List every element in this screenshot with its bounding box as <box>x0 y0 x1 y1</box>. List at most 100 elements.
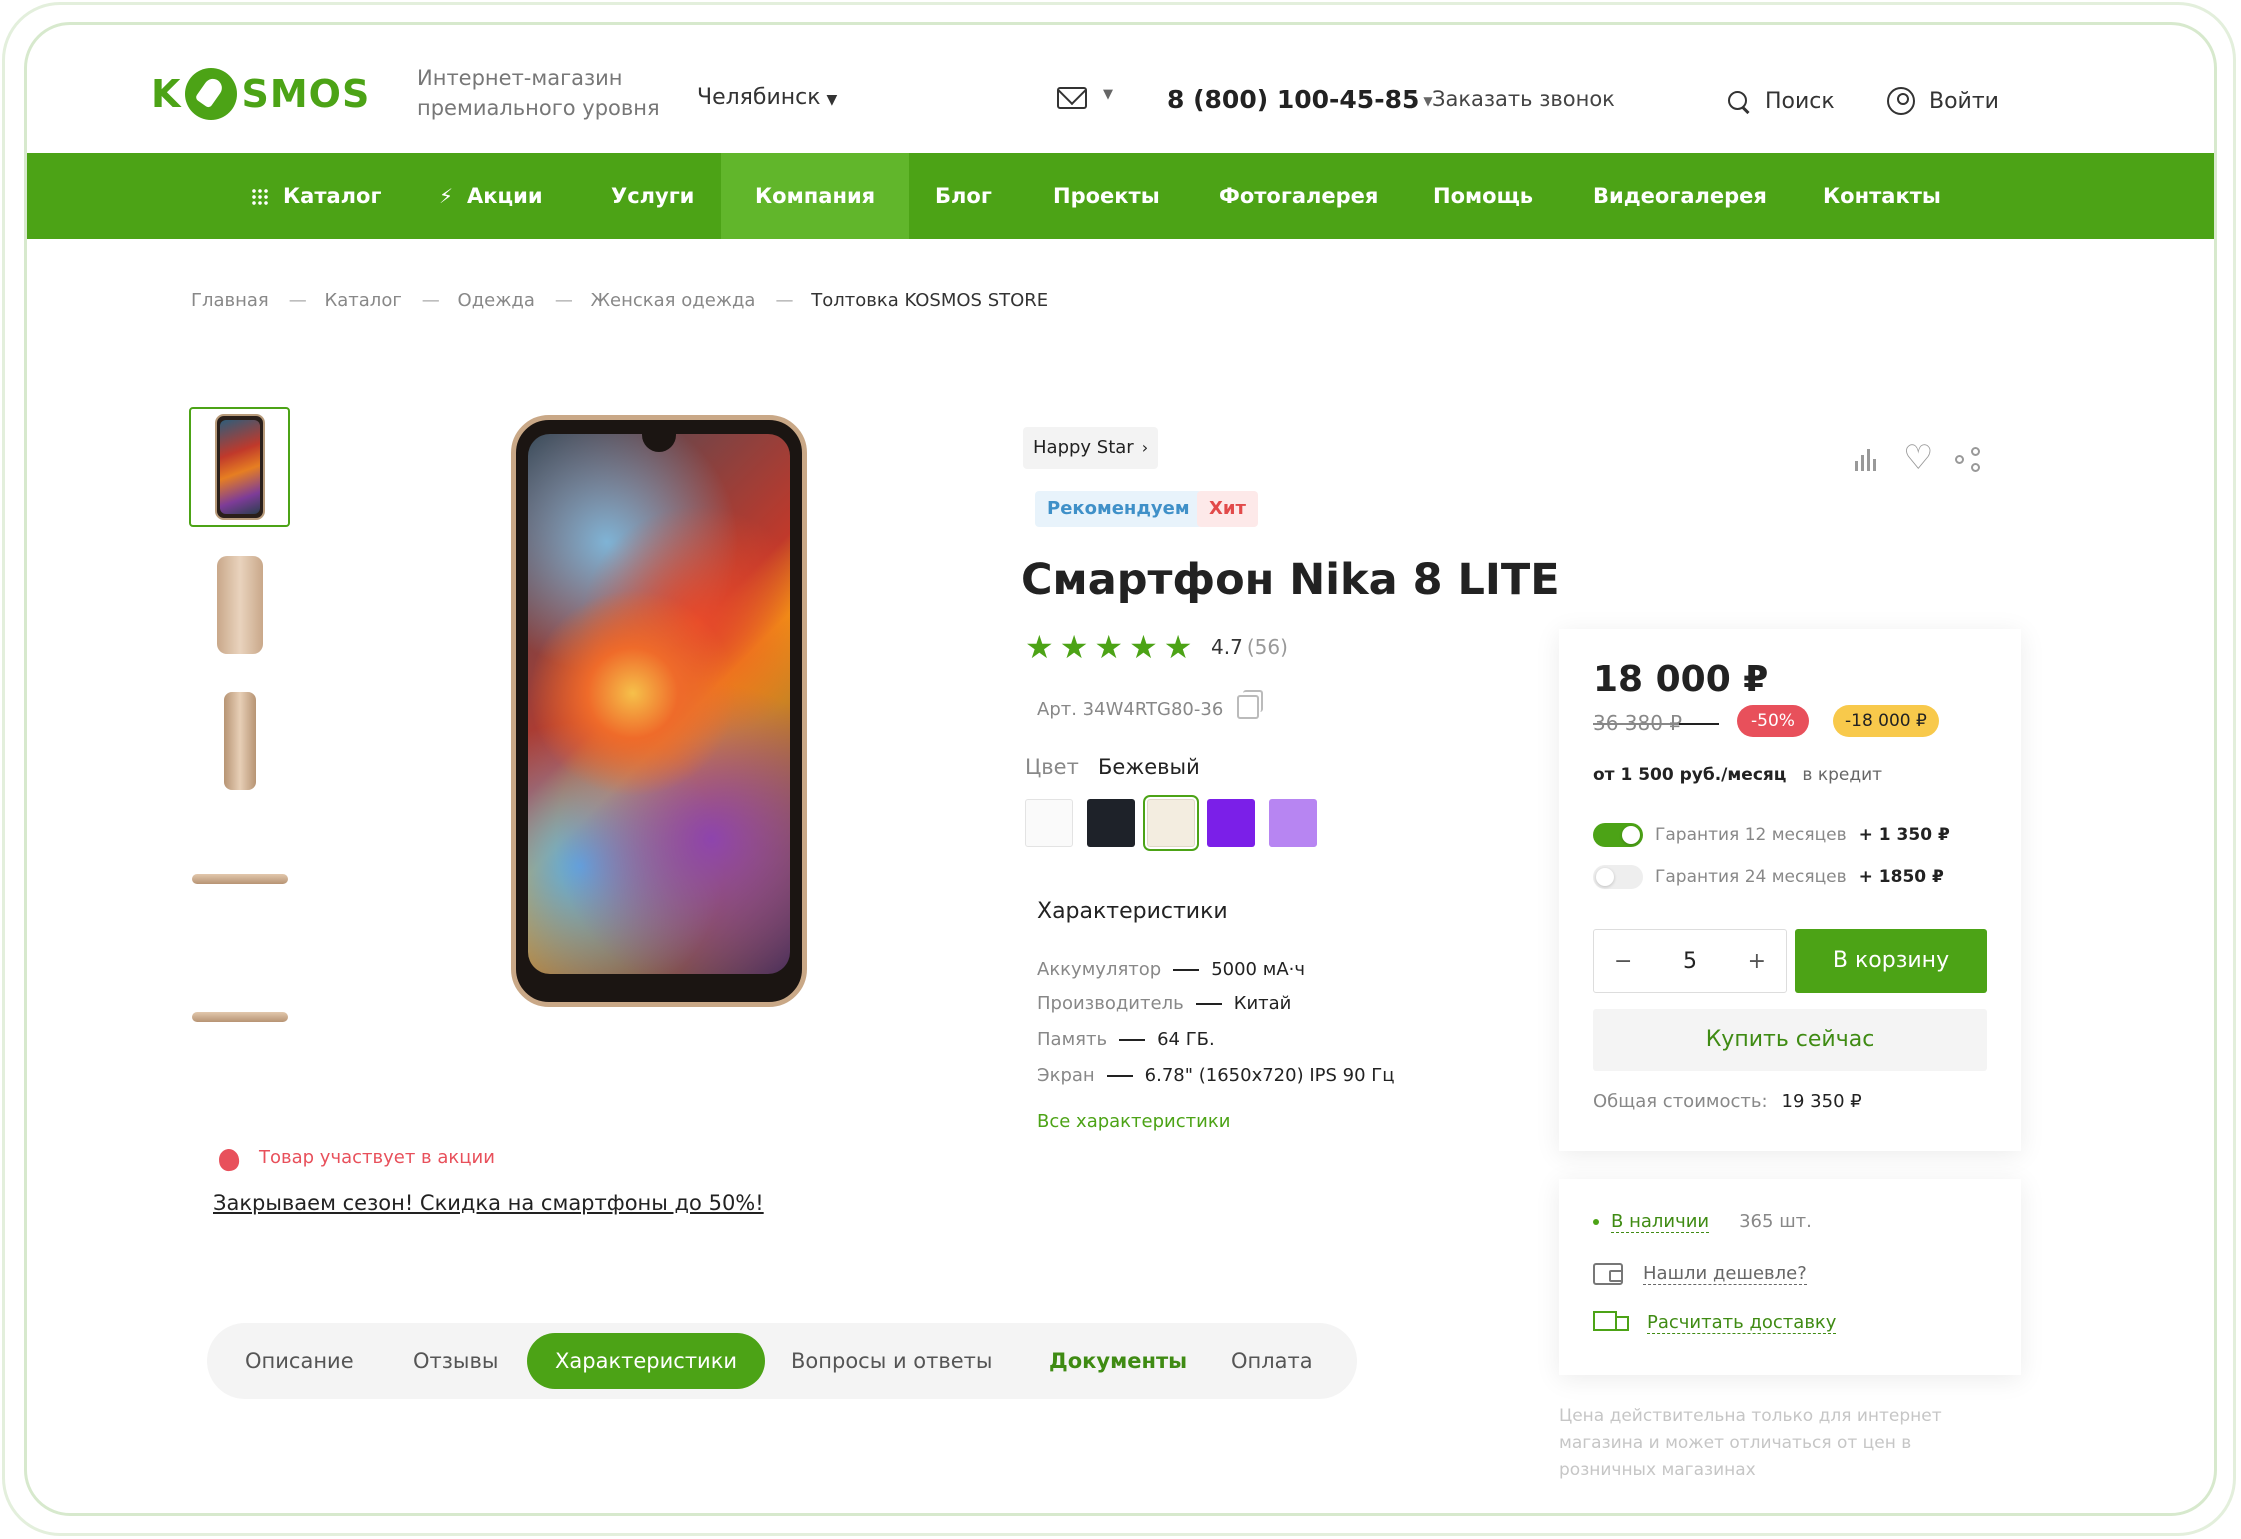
warranty-12-row: Гарантия 12 месяцев + 1 350 ₽ <box>1593 823 1950 847</box>
rocket-logo-icon <box>185 68 238 120</box>
login-button[interactable]: Войти <box>1887 87 1999 115</box>
breadcrumb-home[interactable]: Главная <box>191 290 269 311</box>
main-nav: Каталог ⚡ Акции Услуги Компания Блог Прое… <box>27 153 2214 239</box>
heart-icon[interactable] <box>1903 438 1933 478</box>
share-icon[interactable] <box>1955 447 1983 473</box>
logo[interactable]: K SMOS <box>151 59 370 129</box>
spec-row: Производитель Китай <box>1037 993 1292 1014</box>
nav-item-help[interactable]: Помощь <box>1433 153 1533 239</box>
rating-value[interactable]: 4.7 (56) <box>1211 635 1288 659</box>
copy-icon[interactable] <box>1237 690 1263 719</box>
promo-notice: Товар участвует в акции <box>259 1147 495 1168</box>
user-icon <box>1887 87 1915 115</box>
credit-info[interactable]: от 1 500 руб./месяц в кредит <box>1593 765 1882 785</box>
search-button[interactable]: Поиск <box>1727 89 1835 114</box>
color-label: Цвет <box>1025 755 1079 779</box>
article-number: Арт. 34W4RTG80-36 <box>1037 699 1224 720</box>
color-swatch-lilac[interactable] <box>1269 799 1317 847</box>
gallery-thumb-edge-bottom[interactable] <box>189 957 290 1077</box>
saving-badge: -18 000 ₽ <box>1833 705 1939 737</box>
breadcrumb: Главная — Каталог — Одежда — Женская одежда… <box>191 290 1049 311</box>
availability-card: В наличии 365 шт. Нашли дешевле? Расчитат… <box>1559 1179 2021 1375</box>
star-icon: ★ <box>1025 628 1054 666</box>
nav-item-videogallery[interactable]: Видеогалерея <box>1593 153 1767 239</box>
qty-value[interactable]: 5 <box>1683 949 1697 974</box>
breadcrumb-clothing[interactable]: Одежда <box>458 290 535 311</box>
current-price: 18 000 ₽ <box>1593 659 1769 700</box>
phone-number[interactable]: 8 (800) 100-45-85 ▼ <box>1167 85 1433 114</box>
badge-hit: Хит <box>1197 491 1258 527</box>
tab-qa[interactable]: Вопросы и ответы <box>763 1333 1020 1389</box>
found-cheaper-row: Нашли дешевле? <box>1593 1263 1807 1285</box>
found-cheaper-link[interactable]: Нашли дешевле? <box>1643 1263 1807 1285</box>
delivery-calc-link[interactable]: Расчитать доставку <box>1647 1312 1837 1334</box>
nav-item-photogallery[interactable]: Фотогалерея <box>1219 153 1378 239</box>
product-main-image[interactable] <box>511 415 807 1007</box>
old-price: 36 380 ₽ <box>1593 711 1683 735</box>
search-icon <box>1727 90 1751 114</box>
mail-icon[interactable] <box>1057 87 1087 109</box>
rating-stars: ★ ★ ★ ★ ★ <box>1025 631 1192 663</box>
quantity-stepper: − 5 + <box>1593 929 1787 993</box>
color-swatch-white[interactable] <box>1025 799 1073 847</box>
breadcrumb-current: Толтовка KOSMOS STORE <box>811 290 1049 311</box>
callback-link[interactable]: Заказать звонок <box>1432 87 1615 111</box>
wallet-icon <box>1593 1263 1623 1285</box>
spec-row: Экран 6.78" (1650x720) IPS 90 Гц <box>1037 1065 1395 1086</box>
delivery-row: Расчитать доставку <box>1593 1311 1837 1335</box>
price-card: 18 000 ₽ 36 380 ₽ -50% -18 000 ₽ от 1 50… <box>1559 629 2021 1151</box>
warranty-24-row: Гарантия 24 месяцев + 1850 ₽ <box>1593 865 1944 889</box>
spec-row: Аккумулятор 5000 мА·ч <box>1037 959 1305 980</box>
promo-link[interactable]: Закрываем сезон! Скидка на смартфоны до … <box>213 1191 764 1215</box>
fire-icon <box>217 1143 241 1173</box>
gallery-thumb-back[interactable] <box>189 545 290 665</box>
stock-status: В наличии 365 шт. <box>1593 1211 1812 1233</box>
breadcrumb-womens-clothing[interactable]: Женская одежда <box>591 290 756 311</box>
tab-documents[interactable]: Документы <box>1021 1333 1215 1389</box>
product-title: Смартфон Nika 8 LITE <box>1021 555 1560 605</box>
all-specs-link[interactable]: Все характеристики <box>1037 1111 1230 1132</box>
gallery-thumb-side[interactable] <box>189 681 290 801</box>
nav-item-services[interactable]: Услуги <box>611 153 694 239</box>
color-value: Бежевый <box>1098 755 1200 779</box>
product-actions <box>1853 438 1983 478</box>
chevron-down-icon: ▼ <box>826 92 838 108</box>
compare-icon[interactable] <box>1853 449 1877 471</box>
specs-title: Характеристики <box>1037 899 1228 924</box>
tab-description[interactable]: Описание <box>217 1333 382 1389</box>
nav-item-company[interactable]: Компания <box>721 153 910 239</box>
tab-specifications[interactable]: Характеристики <box>527 1333 766 1389</box>
nav-item-contacts[interactable]: Контакты <box>1823 153 1941 239</box>
color-swatch-beige[interactable] <box>1143 795 1199 851</box>
add-to-cart-button[interactable]: В корзину <box>1795 929 1987 993</box>
color-swatch-violet[interactable] <box>1207 799 1255 847</box>
discount-badge: -50% <box>1737 705 1809 737</box>
badge-recommended: Рекомендуем <box>1035 491 1202 527</box>
star-icon: ★ <box>1163 628 1193 666</box>
qty-plus-button[interactable]: + <box>1748 949 1766 974</box>
gallery-thumb-front[interactable] <box>189 407 290 527</box>
warranty-24-toggle[interactable] <box>1593 865 1643 889</box>
header-tagline: Интернет-магазин премиального уровня <box>417 66 660 120</box>
breadcrumb-catalog[interactable]: Каталог <box>324 290 401 311</box>
qty-minus-button[interactable]: − <box>1614 949 1632 974</box>
lightning-icon: ⚡ <box>439 184 454 208</box>
product-tabs: Описание Отзывы Характеристики Вопросы и… <box>207 1323 1357 1399</box>
gallery-thumb-edge-top[interactable] <box>189 819 290 939</box>
page-frame: K SMOS Интернет-магазин премиального уров… <box>24 22 2217 1516</box>
star-icon: ★ <box>1094 628 1124 666</box>
star-icon: ★ <box>1129 628 1158 666</box>
city-selector[interactable]: Челябинск ▼ <box>697 85 837 110</box>
tab-payment[interactable]: Оплата <box>1203 1333 1341 1389</box>
chevron-down-icon[interactable]: ▼ <box>1103 87 1113 102</box>
nav-item-blog[interactable]: Блог <box>935 153 992 239</box>
warranty-12-toggle[interactable] <box>1593 823 1643 847</box>
chevron-right-icon: › <box>1141 438 1149 457</box>
color-swatch-black[interactable] <box>1087 799 1135 847</box>
nav-item-projects[interactable]: Проекты <box>1053 153 1160 239</box>
tab-reviews[interactable]: Отзывы <box>385 1333 526 1389</box>
buy-now-button[interactable]: Купить сейчас <box>1593 1009 1987 1071</box>
brand-link[interactable]: Happy Star › <box>1023 427 1159 469</box>
nav-item-catalog[interactable]: Каталог <box>251 153 381 239</box>
nav-item-promotions[interactable]: ⚡ Акции <box>439 153 543 239</box>
